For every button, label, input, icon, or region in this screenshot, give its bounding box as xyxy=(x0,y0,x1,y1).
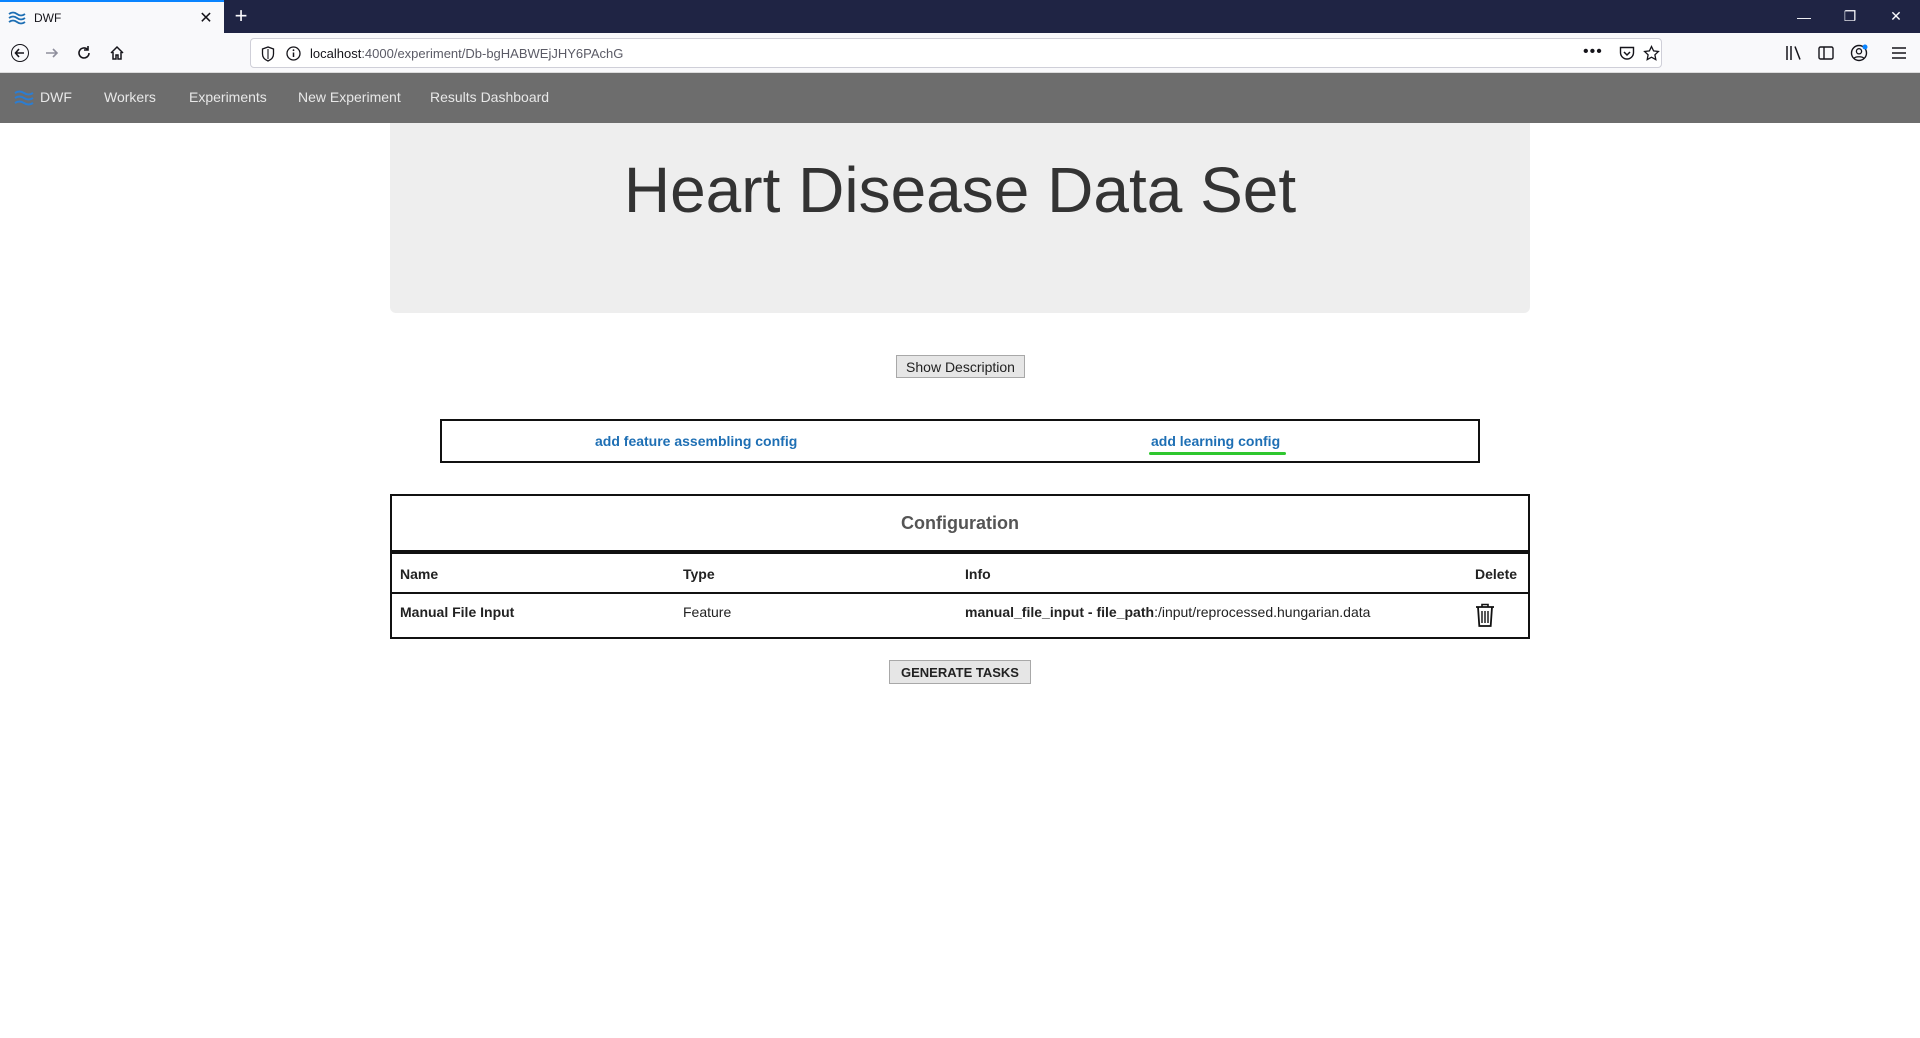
column-header-delete: Delete xyxy=(1475,566,1518,582)
url-text[interactable]: localhost:4000/experiment/Db-bgHABWEjJHY… xyxy=(310,46,623,61)
brand-link[interactable]: DWF xyxy=(40,89,72,105)
restore-icon[interactable]: ❐ xyxy=(1827,0,1873,33)
show-description-button[interactable]: Show Description xyxy=(896,355,1025,378)
reload-icon[interactable] xyxy=(70,39,98,67)
column-header-type: Type xyxy=(683,566,715,582)
experiment-header: Heart Disease Data Set xyxy=(390,123,1530,313)
column-header-info: Info xyxy=(965,566,991,582)
browser-tab-bar: DWF ✕ + — ❐ ✕ xyxy=(0,0,1920,33)
info-separator: - xyxy=(1084,604,1097,620)
menu-icon[interactable] xyxy=(1891,46,1907,60)
url-path: :4000/experiment/Db-bgHABWEjJHY6PAchG xyxy=(361,46,624,61)
sidebar-icon[interactable] xyxy=(1818,45,1834,61)
home-icon[interactable] xyxy=(103,39,131,67)
active-link-underline xyxy=(1149,452,1286,455)
add-learning-config-link[interactable]: add learning config xyxy=(1151,433,1280,449)
info-value: :/input/reprocessed.hungarian.data xyxy=(1154,604,1371,620)
add-feature-config-link[interactable]: add feature assembling config xyxy=(595,433,797,449)
close-icon[interactable]: ✕ xyxy=(194,6,218,30)
configuration-table: Configuration Name Type Info Delete Manu… xyxy=(390,494,1530,639)
generate-tasks-button[interactable]: GENERATE TASKS xyxy=(889,660,1031,684)
more-icon[interactable]: ••• xyxy=(1583,43,1603,61)
account-icon[interactable] xyxy=(1850,44,1868,62)
nav-new-experiment[interactable]: New Experiment xyxy=(298,89,401,105)
column-header-name: Name xyxy=(400,566,439,582)
page-title: Heart Disease Data Set xyxy=(623,154,1297,226)
tab-title: DWF xyxy=(34,10,62,25)
info-param: file_path xyxy=(1096,604,1155,620)
info-key: manual_file_input xyxy=(965,604,1085,620)
table-title: Configuration xyxy=(392,496,1528,554)
forward-arrow-icon[interactable] xyxy=(38,39,66,67)
dwf-logo-icon xyxy=(8,11,26,24)
dwf-logo-icon[interactable] xyxy=(14,90,34,106)
pocket-icon[interactable] xyxy=(1619,46,1635,61)
url-host: localhost xyxy=(310,46,362,61)
shield-icon[interactable] xyxy=(261,46,275,62)
minimize-icon[interactable]: — xyxy=(1781,0,1827,33)
row-type: Feature xyxy=(683,604,732,620)
nav-results-dashboard[interactable]: Results Dashboard xyxy=(430,89,549,105)
star-icon[interactable] xyxy=(1643,45,1660,62)
info-icon[interactable] xyxy=(286,46,301,61)
url-bar[interactable]: localhost:4000/experiment/Db-bgHABWEjJHY… xyxy=(250,38,1662,68)
row-info: manual_file_input - file_path:/input/rep… xyxy=(965,604,1370,620)
header-separator xyxy=(392,592,1528,594)
browser-tab[interactable]: DWF ✕ xyxy=(0,0,224,33)
window-close-icon[interactable]: ✕ xyxy=(1873,0,1919,33)
nav-workers[interactable]: Workers xyxy=(104,89,156,105)
nav-experiments[interactable]: Experiments xyxy=(189,89,267,105)
browser-navigation-bar: localhost:4000/experiment/Db-bgHABWEjJHY… xyxy=(0,33,1920,73)
row-name: Manual File Input xyxy=(400,604,515,620)
plus-icon[interactable]: + xyxy=(229,4,253,28)
library-icon[interactable] xyxy=(1785,45,1803,61)
trash-icon[interactable] xyxy=(1474,602,1496,628)
config-links-panel: add feature assembling config add learni… xyxy=(440,419,1480,463)
app-navbar: DWF Workers Experiments New Experiment R… xyxy=(0,73,1920,123)
back-arrow-icon[interactable] xyxy=(6,39,34,67)
